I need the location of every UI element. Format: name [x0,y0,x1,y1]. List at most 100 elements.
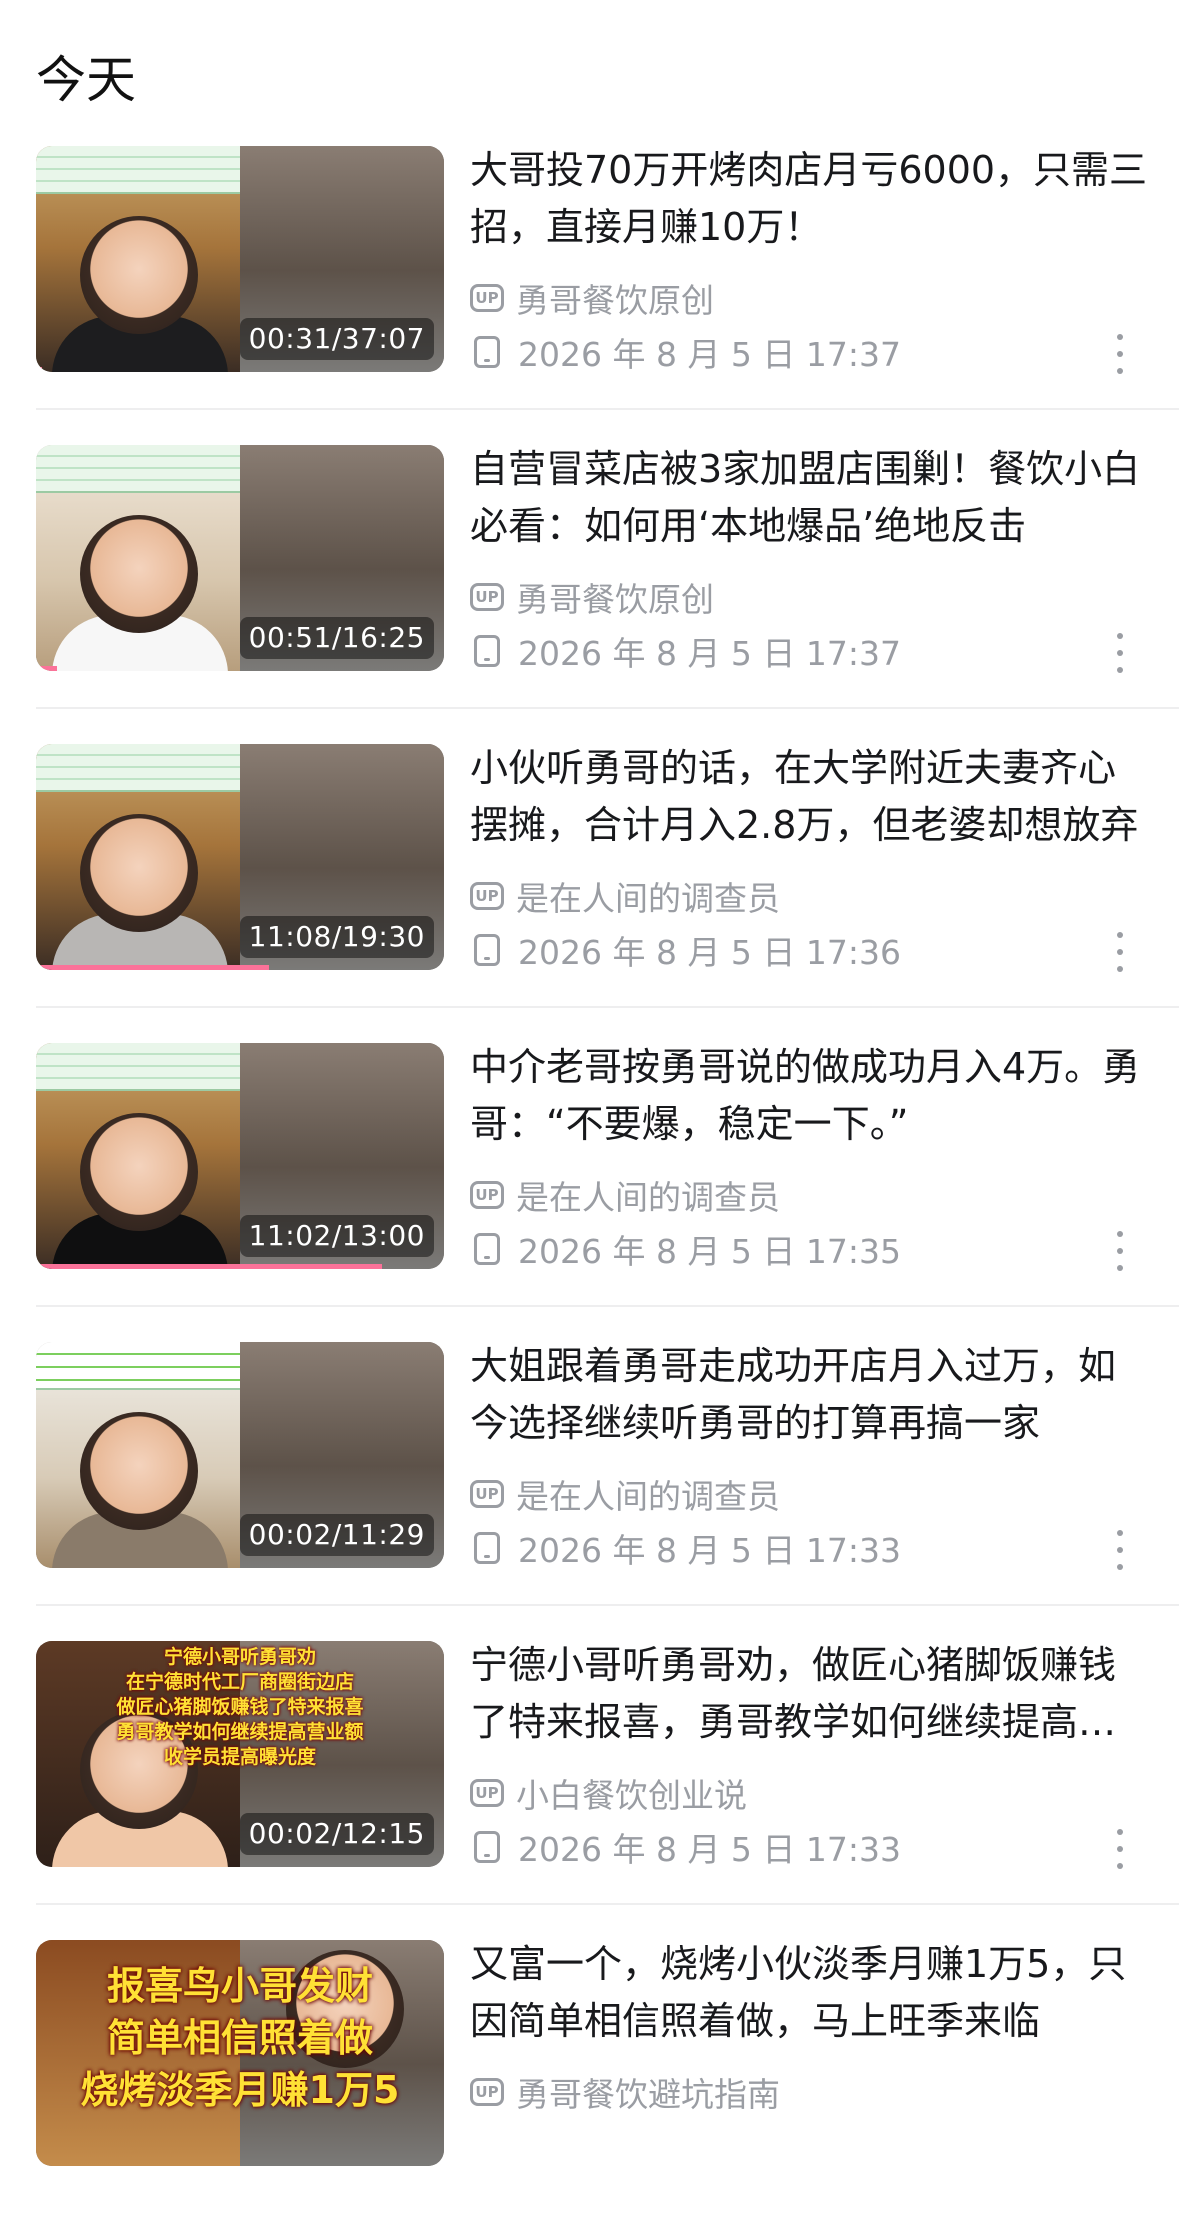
watch-time: 2026 年 8 月 5 日 17:37 [518,634,902,673]
watch-history-list: 00:31/37:07 大哥投70万开烤肉店月亏6000，只需三招，直接月赚10… [0,142,1179,2235]
watch-time-row: 2026 年 8 月 5 日 17:37 [470,631,901,673]
video-title[interactable]: 宁德小哥听勇哥劝，做匠心猪脚饭赚钱了特来报喜，勇哥教学如何继续提高营业额 [470,1637,1150,1751]
more-options-button[interactable] [1105,334,1135,374]
watch-time-row: 2026 年 8 月 5 日 17:35 [470,1229,901,1271]
item-divider [36,707,1179,709]
video-thumbnail[interactable]: 00:02/11:29 [36,1342,444,1568]
more-options-button[interactable] [1105,1231,1135,1271]
thumbnail-spreadsheet-overlay [36,1043,240,1091]
watch-progress-bar [36,367,42,372]
video-title[interactable]: 中介老哥按勇哥说的做成功月入4万。勇哥：“不要爆，稳定一下。” [470,1039,1150,1153]
item-divider [36,408,1179,410]
thumbnail-caption-line: 做匠心猪脚饭赚钱了特来报喜 [116,1696,364,1718]
more-options-button[interactable] [1105,1530,1135,1570]
more-vertical-icon [1117,949,1123,955]
uploader-name: 勇哥餐饮避坑指南 [516,2075,780,2114]
more-vertical-icon [1117,1530,1123,1536]
watch-progress-bar [36,1563,38,1568]
more-options-button[interactable] [1105,633,1135,673]
video-title[interactable]: 自营冒菜店被3家加盟店围剿！餐饮小白必看：如何用‘本地爆品’绝地反击 [470,441,1150,555]
thumbnail-caption: 宁德小哥听勇哥劝 在宁德时代工厂商圈街边店 做匠心猪脚饭赚钱了特来报喜 勇哥教学… [36,1641,444,1770]
section-title-today: 今天 [36,51,136,109]
thumbnail-caption-line: 简单相信照着做 [106,2016,373,2060]
more-vertical-icon [1117,650,1123,656]
watch-time-row: 2026 年 8 月 5 日 17:33 [470,1827,901,1869]
thumbnail-presenter-face [80,1113,198,1231]
up-badge-icon: UP [470,284,504,312]
video-thumbnail[interactable]: 宁德小哥听勇哥劝 在宁德时代工厂商圈街边店 做匠心猪脚饭赚钱了特来报喜 勇哥教学… [36,1641,444,1867]
uploader-name: 是在人间的调查员 [516,879,780,918]
more-vertical-icon [1117,368,1123,374]
uploader-name: 是在人间的调查员 [516,1477,780,1516]
device-icon [474,934,500,966]
watch-progress-bar [36,965,269,970]
more-vertical-icon [1117,633,1123,639]
uploader-row[interactable]: UP 是在人间的调查员 [470,1474,780,1516]
more-vertical-icon [1117,1547,1123,1553]
history-item[interactable]: 00:51/16:25 自营冒菜店被3家加盟店围剿！餐饮小白必看：如何用‘本地爆… [0,441,1179,740]
watch-time-row: 2026 年 8 月 5 日 17:33 [470,1528,901,1570]
watch-time: 2026 年 8 月 5 日 17:37 [518,335,902,374]
history-item[interactable]: 11:08/19:30 小伙听勇哥的话，在大学附近夫妻齐心摆摊，合计月入2.8万… [0,740,1179,1039]
watch-time: 2026 年 8 月 5 日 17:33 [518,1531,902,1570]
video-thumbnail[interactable]: 11:02/13:00 [36,1043,444,1269]
history-item[interactable]: 11:02/13:00 中介老哥按勇哥说的做成功月入4万。勇哥：“不要爆，稳定一… [0,1039,1179,1338]
up-badge-icon: UP [470,2078,504,2106]
thumbnail-spreadsheet-overlay [36,146,240,194]
uploader-row[interactable]: UP 勇哥餐饮避坑指南 [470,2072,780,2114]
up-badge-icon: UP [470,1480,504,1508]
watch-progress-duration: 00:02/12:15 [239,1813,434,1855]
uploader-row[interactable]: UP 是在人间的调查员 [470,1175,780,1217]
video-title[interactable]: 大姐跟着勇哥走成功开店月入过万，如今选择继续听勇哥的打算再搞一家 [470,1338,1150,1452]
device-icon [474,635,500,667]
item-divider [36,1604,1179,1606]
video-title[interactable]: 又富一个，烧烤小伙淡季月赚1万5，只因简单相信照着做，马上旺季来临 [470,1936,1150,2050]
thumbnail-presenter-face [80,515,198,633]
watch-progress-bar [36,1862,38,1867]
thumbnail-presenter-face [80,216,198,334]
video-thumbnail[interactable]: 00:51/16:25 [36,445,444,671]
history-item[interactable]: 宁德小哥听勇哥劝 在宁德时代工厂商圈街边店 做匠心猪脚饭赚钱了特来报喜 勇哥教学… [0,1637,1179,1936]
uploader-row[interactable]: UP 勇哥餐饮原创 [470,577,714,619]
video-thumbnail[interactable]: 00:31/37:07 [36,146,444,372]
watch-time: 2026 年 8 月 5 日 17:33 [518,1830,902,1869]
video-title[interactable]: 大哥投70万开烤肉店月亏6000，只需三招，直接月赚10万！ [470,142,1150,256]
thumbnail-caption-line: 烧烤淡季月赚1万5 [80,2068,400,2112]
watch-progress-bar [36,666,58,671]
video-thumbnail[interactable]: 11:08/19:30 [36,744,444,970]
watch-time: 2026 年 8 月 5 日 17:36 [518,933,902,972]
video-thumbnail[interactable]: 报喜鸟小哥发财 简单相信照着做 烧烤淡季月赚1万5 [36,1940,444,2166]
thumbnail-spreadsheet-overlay [36,744,240,792]
thumbnail-caption-line: 收学员提高曝光度 [163,1746,316,1768]
thumbnail-spreadsheet-overlay [36,445,240,493]
uploader-name: 勇哥餐饮原创 [516,580,714,619]
more-vertical-icon [1117,1231,1123,1237]
watch-time: 2026 年 8 月 5 日 17:35 [518,1232,902,1271]
thumbnail-presenter-face [80,814,198,932]
more-vertical-icon [1117,1265,1123,1271]
history-item[interactable]: 00:31/37:07 大哥投70万开烤肉店月亏6000，只需三招，直接月赚10… [0,142,1179,441]
video-title[interactable]: 小伙听勇哥的话，在大学附近夫妻齐心摆摊，合计月入2.8万，但老婆却想放弃 [470,740,1150,854]
uploader-row[interactable]: UP 是在人间的调查员 [470,876,780,918]
uploader-row[interactable]: UP 小白餐饮创业说 [470,1773,747,1815]
thumbnail-caption-line: 报喜鸟小哥发财 [106,1964,373,2008]
history-item[interactable]: 00:02/11:29 大姐跟着勇哥走成功开店月入过万，如今选择继续听勇哥的打算… [0,1338,1179,1637]
history-item[interactable]: 报喜鸟小哥发财 简单相信照着做 烧烤淡季月赚1万5 又富一个，烧烤小伙淡季月赚1… [0,1936,1179,2235]
watch-progress-duration: 00:51/16:25 [239,617,434,659]
watch-time-row: 2026 年 8 月 5 日 17:36 [470,930,901,972]
thumbnail-spreadsheet-overlay [36,1342,240,1390]
thumbnail-caption-line: 勇哥教学如何继续提高营业额 [116,1721,364,1743]
more-options-button[interactable] [1105,932,1135,972]
more-options-button[interactable] [1105,1829,1135,1869]
uploader-row[interactable]: UP 勇哥餐饮原创 [470,278,714,320]
more-vertical-icon [1117,1863,1123,1869]
uploader-name: 小白餐饮创业说 [516,1776,747,1815]
item-divider [36,1903,1179,1905]
more-vertical-icon [1117,1248,1123,1254]
more-vertical-icon [1117,1564,1123,1570]
more-vertical-icon [1117,966,1123,972]
up-badge-icon: UP [470,1779,504,1807]
watch-progress-bar [36,1264,383,1269]
item-divider [36,1305,1179,1307]
thumbnail-caption-line: 在宁德时代工厂商圈街边店 [125,1671,354,1693]
